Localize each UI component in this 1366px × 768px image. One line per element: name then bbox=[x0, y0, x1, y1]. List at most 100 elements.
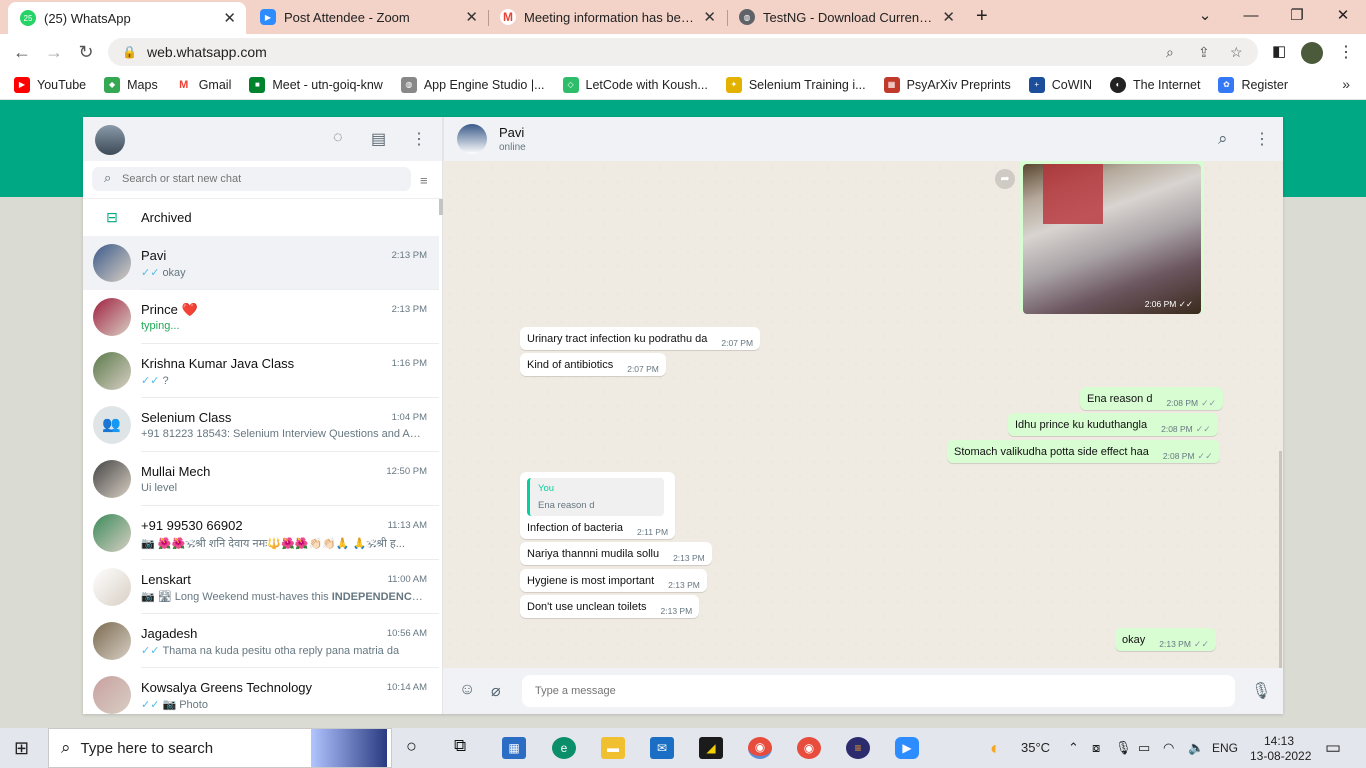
back-icon[interactable]: ← bbox=[6, 42, 38, 63]
taskbar-search[interactable]: ⌕ Type here to search bbox=[48, 728, 392, 768]
bookmark-app-engine[interactable]: ◍ App Engine Studio |... bbox=[400, 76, 545, 93]
incoming-message[interactable]: Nariya thannni mudila sollu 2:13 PM bbox=[520, 542, 712, 565]
conversation-header[interactable]: Pavi online ⌕ ⋮ bbox=[443, 117, 1283, 161]
message-box[interactable] bbox=[522, 675, 1235, 707]
browser-menu-icon[interactable]: ⋮ bbox=[1338, 42, 1354, 62]
close-window-icon[interactable]: ✕ bbox=[1320, 0, 1366, 34]
chat-list-item[interactable]: Jagadesh 10:56 AM ✓✓ Thama na kuda pesitu o… bbox=[83, 614, 439, 668]
omnibox[interactable]: 🔒 web.whatsapp.com ⌕ ⇪ ☆ bbox=[108, 38, 1258, 66]
bookmark-register[interactable]: ✿ Register bbox=[1218, 76, 1288, 93]
tab-whatsapp[interactable]: 25 (25) WhatsApp ✕ bbox=[8, 2, 246, 34]
bookmark-gmail[interactable]: M Gmail bbox=[175, 76, 231, 93]
file-explorer-icon[interactable]: ▬ bbox=[601, 737, 625, 759]
forward-icon[interactable]: ➦ bbox=[995, 169, 1015, 189]
task-view-icon[interactable]: ⧉ bbox=[454, 736, 466, 756]
language-indicator[interactable]: ENG bbox=[1212, 728, 1238, 768]
chat-avatar[interactable] bbox=[93, 676, 131, 714]
microphone-icon[interactable]: 🎙 bbox=[1251, 681, 1271, 701]
close-tab-icon[interactable]: ✕ bbox=[465, 8, 478, 26]
bookmark-the-internet[interactable]: ◐ The Internet bbox=[1110, 76, 1200, 93]
cortana-icon[interactable]: ○ bbox=[406, 736, 417, 757]
my-avatar[interactable] bbox=[95, 125, 125, 155]
search-input[interactable] bbox=[122, 173, 372, 185]
chrome-profile-icon[interactable]: ◉ bbox=[797, 737, 821, 759]
temperature[interactable]: 35°C bbox=[1021, 728, 1050, 768]
volume-icon[interactable]: 🔈 bbox=[1188, 728, 1204, 768]
search-box[interactable]: ⌕ bbox=[92, 167, 411, 191]
tab-gmail[interactable]: M Meeting information has been up ✕ bbox=[488, 0, 726, 34]
chat-list-item[interactable]: 👥 Selenium Class 1:04 PM +91 81223 18543: S… bbox=[83, 398, 439, 452]
chat-list-item[interactable]: +91 99530 66902 11:13 AM 📷 🌺🌺🕉श्री शनि देव… bbox=[83, 506, 439, 560]
incoming-message[interactable]: Kind of antibiotics 2:07 PM bbox=[520, 353, 666, 376]
outgoing-message[interactable]: Stomach valikudha potta side effect haa 2… bbox=[947, 440, 1220, 463]
chat-avatar[interactable]: 👥 bbox=[93, 406, 131, 444]
incoming-message[interactable]: Hygiene is most important 2:13 PM bbox=[520, 569, 707, 592]
tray-chevron-icon[interactable]: ⌃ bbox=[1068, 728, 1079, 768]
chat-avatar[interactable] bbox=[93, 352, 131, 390]
edge-icon[interactable]: e bbox=[552, 737, 576, 759]
notifications-icon[interactable]: ▭ bbox=[1325, 728, 1341, 768]
zoom-lens-icon[interactable]: ⌕ bbox=[1166, 38, 1174, 66]
bookmark-star-icon[interactable]: ☆ bbox=[1230, 38, 1243, 66]
bookmark-letcode[interactable]: ◇ LetCode with Koush... bbox=[562, 76, 708, 93]
wifi-icon[interactable]: ◠ bbox=[1163, 728, 1174, 768]
tab-zoom[interactable]: ▶ Post Attendee - Zoom ✕ bbox=[248, 0, 488, 34]
tab-search-icon[interactable]: ⌄ bbox=[1182, 0, 1228, 34]
attach-icon[interactable]: ⌀ bbox=[491, 681, 501, 701]
battery-icon[interactable]: ▭ bbox=[1138, 728, 1150, 768]
chat-avatar[interactable] bbox=[93, 568, 131, 606]
image-message[interactable]: 2:06 PM ✓✓ bbox=[1020, 161, 1204, 314]
new-tab-button[interactable]: + bbox=[976, 5, 988, 28]
mic-tray-icon[interactable]: 🎙 bbox=[1115, 728, 1132, 768]
eclipse-icon[interactable]: ≡ bbox=[846, 737, 870, 759]
profile-avatar[interactable] bbox=[1301, 42, 1323, 64]
bookmark-maps[interactable]: ◆ Maps bbox=[104, 76, 158, 93]
emoji-icon[interactable]: ☺ bbox=[459, 681, 475, 699]
clock-date[interactable]: 13-08-2022 bbox=[1250, 736, 1311, 768]
lock-icon[interactable]: 🔒 bbox=[122, 45, 137, 59]
tab-testng[interactable]: ◍ TestNG - Download Current Relea ✕ bbox=[727, 0, 965, 34]
bookmark-meet[interactable]: ■ Meet - utn-goiq-knw bbox=[249, 76, 383, 93]
outgoing-message[interactable]: Ena reason d 2:08 PM ✓✓ bbox=[1080, 387, 1224, 410]
search-messages-icon[interactable]: ⌕ bbox=[1218, 129, 1228, 149]
zoom-icon[interactable]: ▶ bbox=[895, 737, 919, 759]
bookmark-youtube[interactable]: ▶ YouTube bbox=[14, 76, 86, 93]
meet-now-icon[interactable]: ⧇ bbox=[1092, 728, 1100, 768]
forward-icon[interactable]: → bbox=[38, 42, 70, 63]
windows-start-icon[interactable]: ⊞ bbox=[14, 738, 29, 759]
close-tab-icon[interactable]: ✕ bbox=[942, 8, 955, 26]
chat-list-item[interactable]: Mullai Mech 12:50 PM Ui level bbox=[83, 452, 439, 506]
bookmarks-more-icon[interactable]: » bbox=[1342, 76, 1350, 92]
chat-list-item[interactable]: Lenskart 11:00 AM 📷 🛣 Long Weekend must-ha… bbox=[83, 560, 439, 614]
quoted-message[interactable]: You Ena reason d bbox=[527, 478, 664, 516]
close-tab-icon[interactable]: ✕ bbox=[703, 8, 716, 26]
minimize-icon[interactable]: — bbox=[1228, 0, 1274, 34]
chat-list-item[interactable]: Prince ❤️ 2:13 PM typing... bbox=[83, 290, 439, 344]
weather-icon[interactable]: ◐ bbox=[990, 728, 1001, 768]
image-thumbnail[interactable]: 2:06 PM ✓✓ bbox=[1023, 164, 1201, 314]
menu-icon[interactable]: ⋮ bbox=[411, 129, 427, 149]
reload-icon[interactable]: ↻ bbox=[70, 42, 102, 63]
incoming-message[interactable]: You Ena reason d Infection of bacteria 2:11… bbox=[520, 472, 676, 539]
close-tab-icon[interactable]: ✕ bbox=[223, 9, 236, 27]
chat-list-item[interactable]: Pavi 2:13 PM ✓✓ okay bbox=[83, 236, 439, 290]
message-area[interactable]: ➦ 2:06 PM ✓✓ Urinary tract infection ku … bbox=[443, 161, 1283, 668]
archived-row[interactable]: ⊟ Archived bbox=[83, 199, 439, 236]
chat-avatar[interactable] bbox=[93, 514, 131, 552]
outgoing-message[interactable]: okay 2:13 PM ✓✓ bbox=[1115, 628, 1216, 651]
mail-icon[interactable]: ✉ bbox=[650, 737, 674, 759]
chat-list-item[interactable]: Krishna Kumar Java Class 1:16 PM ✓✓? bbox=[83, 344, 439, 398]
new-chat-icon[interactable]: ▤ bbox=[371, 129, 386, 149]
incoming-message[interactable]: Urinary tract infection ku podrathu da 2:… bbox=[520, 327, 761, 350]
share-icon[interactable]: ⇪ bbox=[1198, 38, 1210, 66]
side-panel-icon[interactable]: ◧ bbox=[1272, 42, 1286, 60]
bookmark-cowin[interactable]: + CoWIN bbox=[1028, 76, 1092, 93]
chat-avatar[interactable] bbox=[93, 460, 131, 498]
status-icon[interactable]: ◌ bbox=[333, 129, 343, 147]
store-icon[interactable]: ▦ bbox=[502, 737, 526, 759]
sticky-notes-icon[interactable]: ◢ bbox=[699, 737, 723, 759]
message-input[interactable] bbox=[535, 685, 1225, 697]
chat-list-item[interactable]: Kowsalya Greens Technology 10:14 AM ✓✓ 📷 Ph… bbox=[83, 668, 439, 714]
incoming-message[interactable]: Don't use unclean toilets 2:13 PM bbox=[520, 595, 700, 618]
conversation-scrollbar[interactable] bbox=[1279, 451, 1282, 668]
